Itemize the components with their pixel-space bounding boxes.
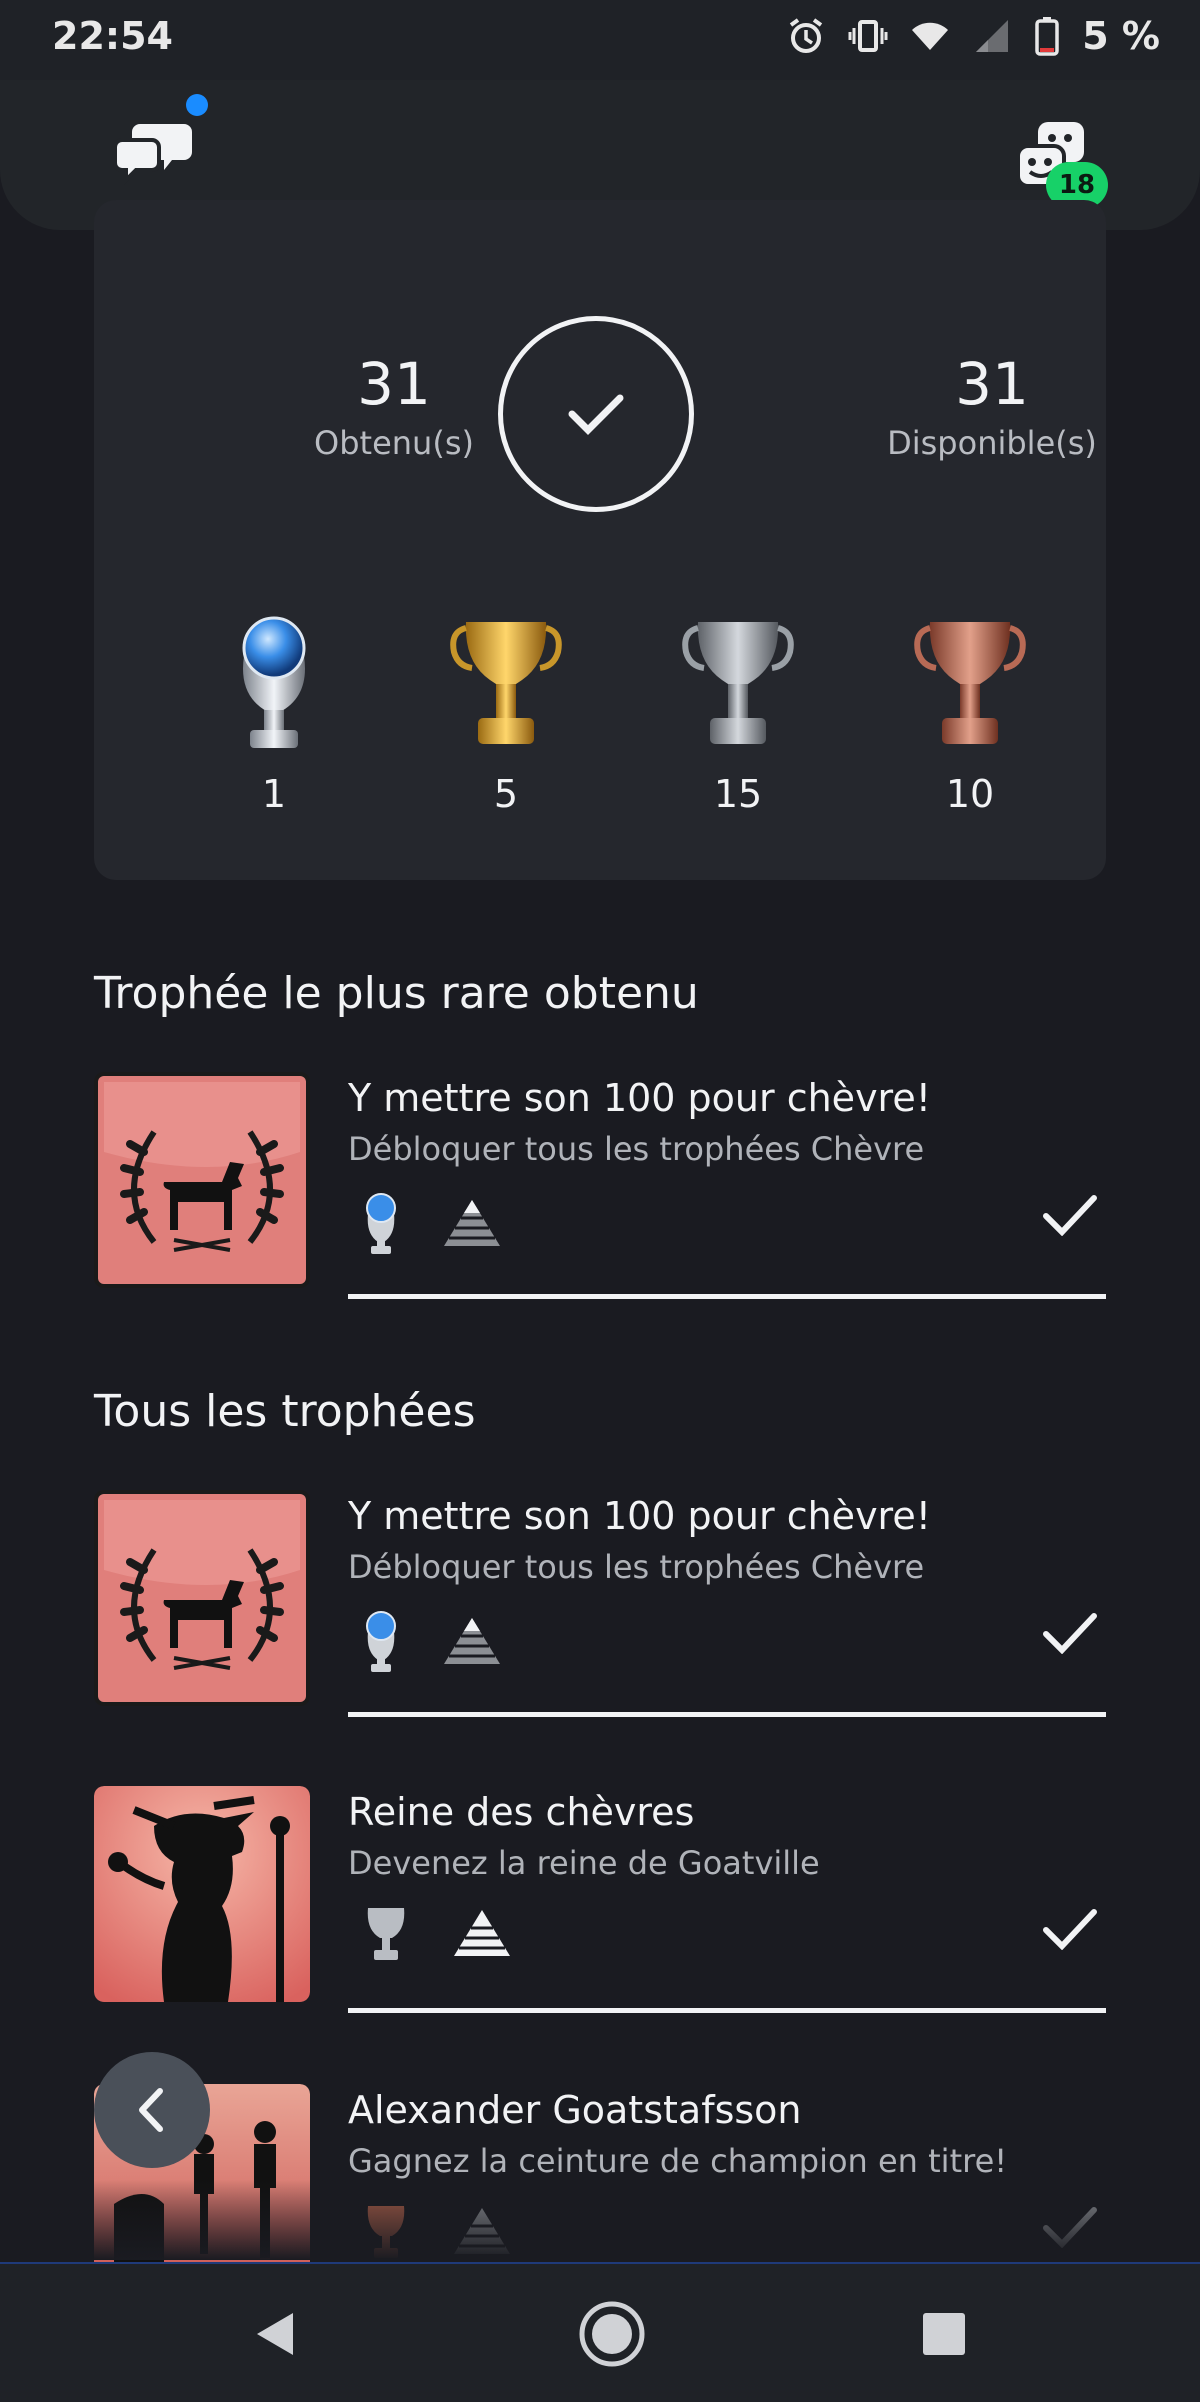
alarm-icon (790, 18, 823, 53)
notification-dot (186, 94, 208, 116)
battery-percent: 5 % (1082, 14, 1160, 58)
available-stat: 31 Disponible(s) (862, 350, 1122, 462)
trophy-title: Y mettre son 100 pour chèvre! (348, 1076, 931, 1120)
trophy-meta (362, 1190, 502, 1256)
trophy-info: Y mettre son 100 pour chèvre! Débloquer … (348, 1490, 1106, 1717)
silver-count: 15 (713, 772, 763, 816)
triangle-back-icon (257, 2313, 293, 2355)
gold-trophy-icon (450, 622, 562, 744)
battery-icon (1035, 17, 1059, 56)
goat-laurel-icon (94, 1490, 310, 1706)
silver-trophy-count: 15 (668, 606, 808, 816)
system-nav-bar (0, 2262, 1200, 2402)
platinum-grade-icon (366, 1611, 396, 1672)
trophy-summary-card: 31 Obtenu(s) 31 Disponible(s) 1 5 15 10 (94, 200, 1106, 880)
platinum-trophy-icon (242, 616, 306, 748)
back-button[interactable] (94, 2052, 210, 2168)
wifi-icon (912, 22, 949, 50)
platinum-trophy-count: 1 (204, 606, 344, 816)
earned-stat: 31 Obtenu(s) (264, 350, 524, 462)
trophy-thumbnail (94, 1490, 310, 1706)
rarity-pyramid-icon (454, 1910, 510, 1956)
square-recents-icon (923, 2313, 965, 2355)
nav-back-button[interactable] (236, 2294, 316, 2374)
trophy-meta (362, 1608, 502, 1674)
earned-check-icon (1043, 1613, 1097, 1654)
gold-count: 5 (493, 772, 519, 816)
trophy-title: Alexander Goatstafsson (348, 2088, 802, 2132)
available-count: 31 (955, 350, 1029, 418)
earned-label: Obtenu(s) (314, 424, 474, 462)
all-trophies-section-title: Tous les trophées (94, 1386, 476, 1437)
trophy-thumbnail (94, 1786, 310, 2002)
platinum-count: 1 (261, 772, 287, 816)
goat-queen-icon (94, 1786, 310, 2002)
nav-recents-button[interactable] (904, 2294, 984, 2374)
bronze-trophy-icon (914, 622, 1026, 744)
check-icon (568, 394, 624, 435)
trophy-description: Débloquer tous les trophées Chèvre (348, 1130, 925, 1168)
rarest-trophy-row[interactable]: Y mettre son 100 pour chèvre! Débloquer … (94, 1072, 1106, 1312)
bronze-count: 10 (945, 772, 995, 816)
trophy-title: Reine des chèvres (348, 1790, 695, 1834)
trophy-row[interactable]: Reine des chèvres Devenez la reine de Go… (94, 1786, 1106, 2026)
vibrate-icon (848, 20, 888, 52)
rarest-section-title: Trophée le plus rare obtenu (94, 968, 699, 1019)
trophy-description: Gagnez la ceinture de champion en titre! (348, 2142, 1008, 2180)
circle-home-icon (579, 2301, 645, 2367)
trophy-description: Débloquer tous les trophées Chèvre (348, 1548, 925, 1586)
trophy-thumbnail (94, 1072, 310, 1288)
bronze-trophy-count: 10 (900, 606, 1040, 816)
scroll-fade (0, 2180, 1200, 2260)
rarity-pyramid-icon (444, 1618, 500, 1664)
signal-icon (976, 20, 1009, 52)
trophy-row[interactable]: Y mettre son 100 pour chèvre! Débloquer … (94, 1490, 1106, 1730)
status-icons: 5 % (786, 14, 1160, 58)
chat-bubbles-icon (113, 124, 192, 185)
available-label: Disponible(s) (887, 424, 1097, 462)
earned-check-icon (1043, 1195, 1097, 1236)
status-bar: 22:54 5 % (0, 0, 1200, 80)
silver-grade-icon (367, 1908, 405, 1960)
messages-button[interactable] (110, 114, 200, 194)
trophy-title: Y mettre son 100 pour chèvre! (348, 1494, 931, 1538)
goat-laurel-icon (94, 1072, 310, 1288)
trophy-info: Reine des chèvres Devenez la reine de Go… (348, 1786, 1106, 2013)
chevron-left-icon (139, 2088, 163, 2132)
completion-ring (498, 316, 694, 512)
silver-trophy-icon (682, 622, 794, 744)
trophy-meta (362, 1904, 512, 1962)
platinum-grade-icon (366, 1193, 396, 1254)
earned-check-icon (1043, 1909, 1097, 1950)
earned-count: 31 (357, 350, 431, 418)
status-time: 22:54 (52, 14, 173, 58)
rarity-pyramid-icon (444, 1200, 500, 1246)
trophy-description: Devenez la reine de Goatville (348, 1844, 820, 1882)
nav-home-button[interactable] (572, 2294, 652, 2374)
trophy-info: Y mettre son 100 pour chèvre! Débloquer … (348, 1072, 1106, 1299)
gold-trophy-count: 5 (436, 606, 576, 816)
